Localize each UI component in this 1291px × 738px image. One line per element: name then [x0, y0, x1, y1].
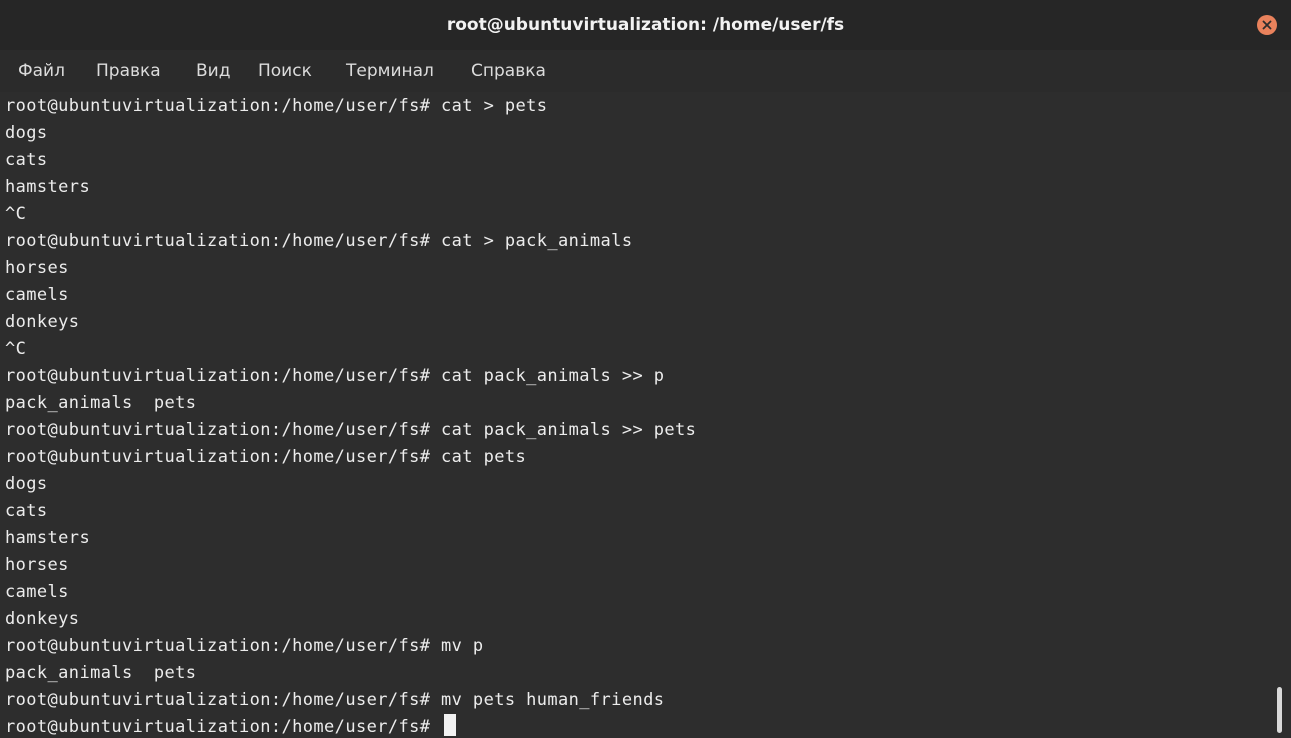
- terminal-line: cats: [5, 501, 48, 521]
- scrollbar[interactable]: [1270, 92, 1291, 738]
- text-cursor: [444, 714, 457, 736]
- close-icon: [1262, 20, 1272, 30]
- terminal-line: horses: [5, 258, 69, 278]
- terminal-line: camels: [5, 582, 69, 602]
- window-title: root@ubuntuvirtualization: /home/user/fs: [446, 15, 845, 35]
- terminal-line: camels: [5, 285, 69, 305]
- terminal-prompt-line[interactable]: root@ubuntuvirtualization:/home/user/fs#: [5, 714, 696, 738]
- menu-file[interactable]: Файл: [18, 60, 65, 82]
- title-bar[interactable]: root@ubuntuvirtualization: /home/user/fs: [0, 0, 1291, 50]
- terminal-line: root@ubuntuvirtualization:/home/user/fs#…: [5, 420, 697, 440]
- terminal-line: donkeys: [5, 609, 80, 629]
- menu-bar: Файл Правка Вид Поиск Терминал Справка: [0, 50, 1291, 92]
- menu-terminal[interactable]: Терминал: [346, 60, 434, 82]
- menu-view[interactable]: Вид: [196, 60, 230, 82]
- terminal-line: ^C: [5, 204, 27, 224]
- terminal-line: root@ubuntuvirtualization:/home/user/fs#…: [5, 231, 633, 251]
- terminal-prompt: root@ubuntuvirtualization:/home/user/fs#: [5, 717, 442, 737]
- terminal-line: hamsters: [5, 177, 91, 197]
- menu-edit[interactable]: Правка: [96, 60, 161, 82]
- terminal-line: root@ubuntuvirtualization:/home/user/fs#…: [5, 96, 548, 116]
- menu-search[interactable]: Поиск: [258, 60, 312, 82]
- terminal-line: horses: [5, 555, 69, 575]
- terminal-line: dogs: [5, 123, 48, 143]
- terminal-line: root@ubuntuvirtualization:/home/user/fs#…: [5, 636, 484, 656]
- scrollbar-thumb[interactable]: [1277, 687, 1282, 733]
- menu-help[interactable]: Справка: [471, 60, 546, 82]
- terminal-line: pack_animals pets: [5, 663, 197, 683]
- terminal-line: dogs: [5, 474, 48, 494]
- terminal-line: root@ubuntuvirtualization:/home/user/fs#…: [5, 690, 665, 710]
- terminal-line: pack_animals pets: [5, 393, 197, 413]
- terminal-line: hamsters: [5, 528, 91, 548]
- close-button[interactable]: [1257, 15, 1277, 35]
- terminal-line: root@ubuntuvirtualization:/home/user/fs#…: [5, 366, 665, 386]
- terminal-line: cats: [5, 150, 48, 170]
- terminal-line: donkeys: [5, 312, 80, 332]
- terminal-output[interactable]: root@ubuntuvirtualization:/home/user/fs#…: [0, 92, 1270, 738]
- terminal-line: root@ubuntuvirtualization:/home/user/fs#…: [5, 447, 527, 467]
- terminal-window: root@ubuntuvirtualization: /home/user/fs…: [0, 0, 1291, 738]
- terminal-line: ^C: [5, 339, 27, 359]
- terminal-lines: root@ubuntuvirtualization:/home/user/fs#…: [5, 93, 696, 738]
